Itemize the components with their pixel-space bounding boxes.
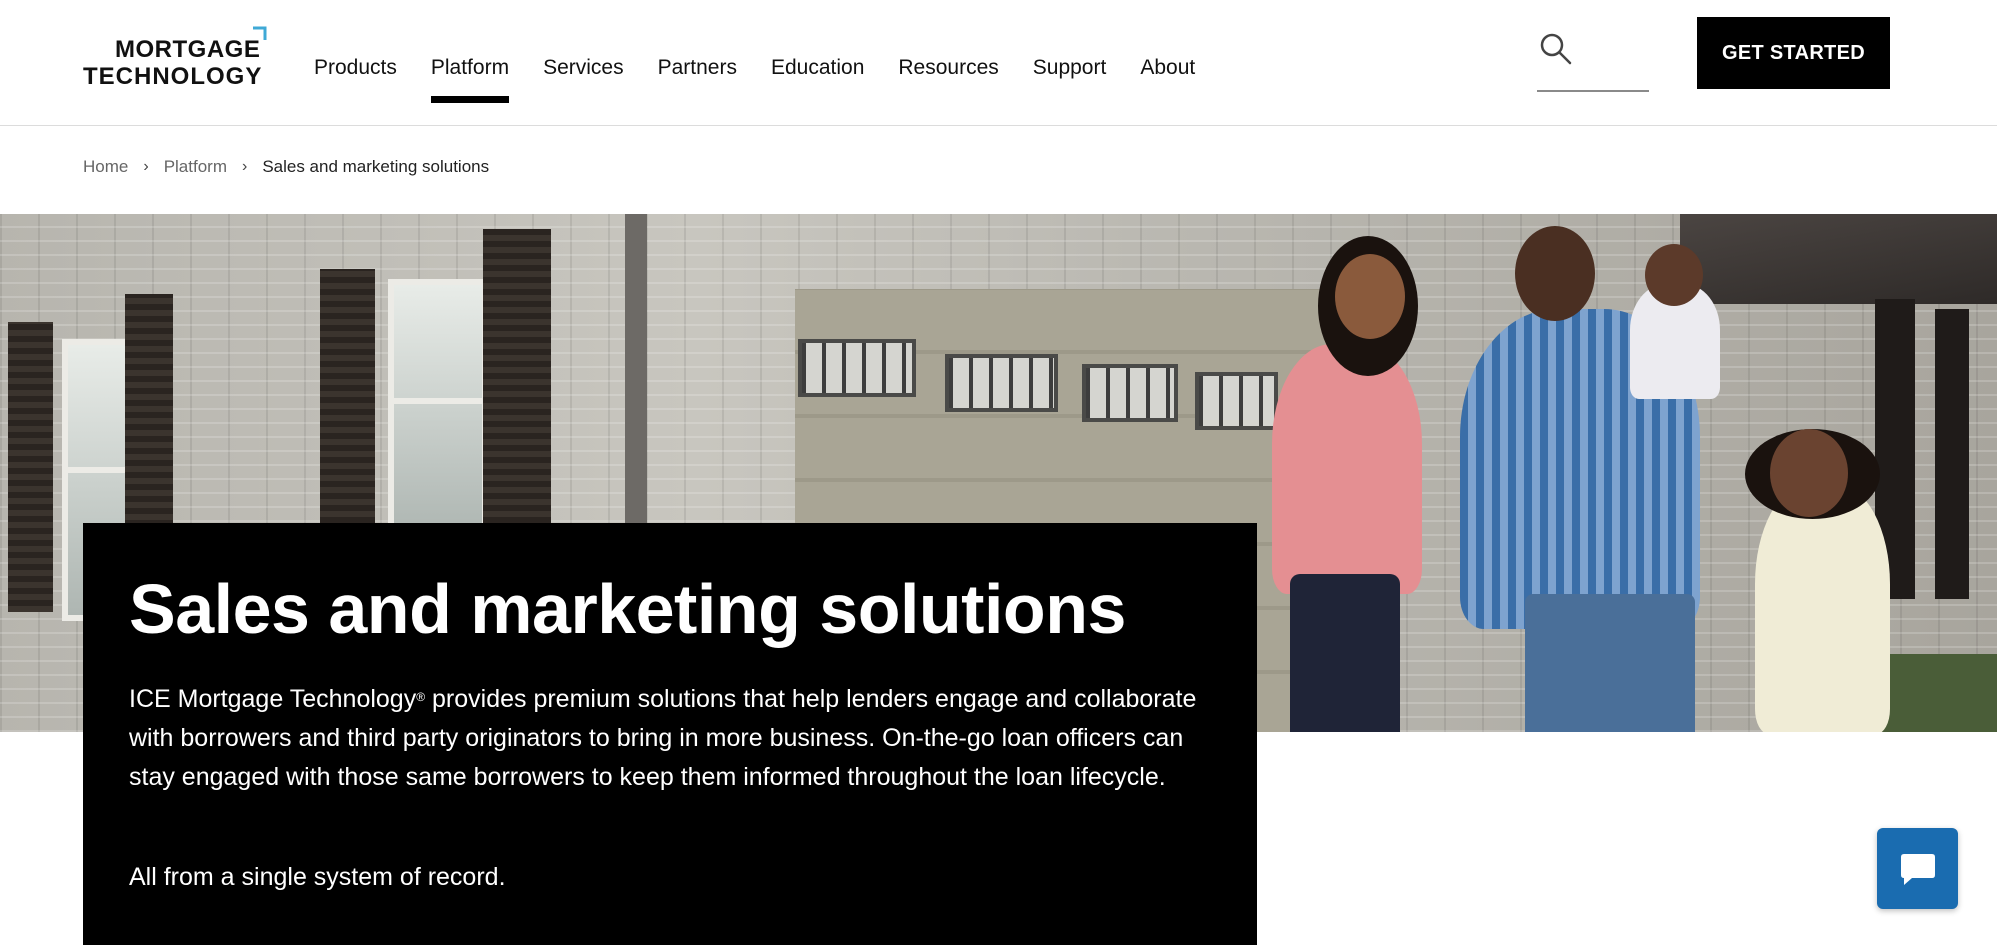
nav-item-education[interactable]: Education — [771, 56, 864, 104]
site-header: MORTGAGE TECHNOLOGY Products Platform Se… — [0, 0, 1997, 126]
person-head — [1770, 429, 1848, 517]
downspout — [625, 214, 647, 524]
nav-item-resources[interactable]: Resources — [898, 56, 998, 104]
nav-item-services[interactable]: Services — [543, 56, 624, 104]
main-nav: Products Platform Services Partners Educ… — [314, 56, 1229, 104]
hero-description-brand: ICE Mortgage Technology — [129, 685, 417, 713]
breadcrumb-current: Sales and marketing solutions — [262, 157, 490, 176]
nav-item-support[interactable]: Support — [1033, 56, 1107, 104]
hero-tagline: All from a single system of record. — [129, 863, 506, 891]
breadcrumb-home[interactable]: Home — [83, 157, 128, 177]
chat-button[interactable] — [1877, 828, 1958, 909]
porch-roof — [1680, 214, 1997, 304]
person-head — [1335, 254, 1405, 339]
nav-item-about[interactable]: About — [1140, 56, 1195, 104]
window-shutter — [8, 322, 53, 612]
search-field[interactable] — [1537, 30, 1649, 92]
person-head — [1645, 244, 1703, 306]
breadcrumb-platform[interactable]: Platform — [164, 157, 227, 177]
logo-text-top: MORTGAGE — [115, 36, 261, 63]
garage-window — [1195, 372, 1278, 430]
garage-window — [945, 354, 1058, 412]
logo-text-bottom: TECHNOLOGY — [83, 63, 263, 90]
person-head — [1515, 226, 1595, 321]
registered-mark: ® — [416, 690, 426, 704]
hero-content-panel: Sales and marketing solutions ICE Mortga… — [83, 523, 1257, 945]
person-woman — [1272, 344, 1422, 594]
page-title: Sales and marketing solutions — [129, 570, 1126, 648]
breadcrumb-separator: › — [143, 158, 149, 175]
breadcrumb-separator: › — [241, 158, 248, 175]
garage-window — [798, 339, 916, 397]
chat-bubble-icon — [1900, 853, 1935, 885]
person-girl — [1755, 484, 1890, 732]
hero-description: ICE Mortgage Technology® provides premiu… — [129, 680, 1229, 797]
nav-item-partners[interactable]: Partners — [658, 56, 737, 104]
nav-item-platform[interactable]: Platform — [430, 56, 510, 104]
person-man-jeans — [1525, 594, 1695, 732]
person-woman-jeans — [1290, 574, 1400, 732]
window-shutter — [320, 269, 375, 529]
get-started-button[interactable]: GET STARTED — [1697, 17, 1890, 89]
house-window — [388, 279, 488, 541]
breadcrumb: Home › Platform › Sales and marketing so… — [83, 157, 489, 177]
search-icon[interactable] — [1539, 32, 1573, 66]
porch-post — [1935, 309, 1969, 599]
garage-window — [1082, 364, 1178, 422]
nav-item-products[interactable]: Products — [314, 56, 397, 104]
mortgage-technology-logo[interactable]: MORTGAGE TECHNOLOGY — [83, 26, 273, 90]
window-shutter — [483, 229, 551, 529]
